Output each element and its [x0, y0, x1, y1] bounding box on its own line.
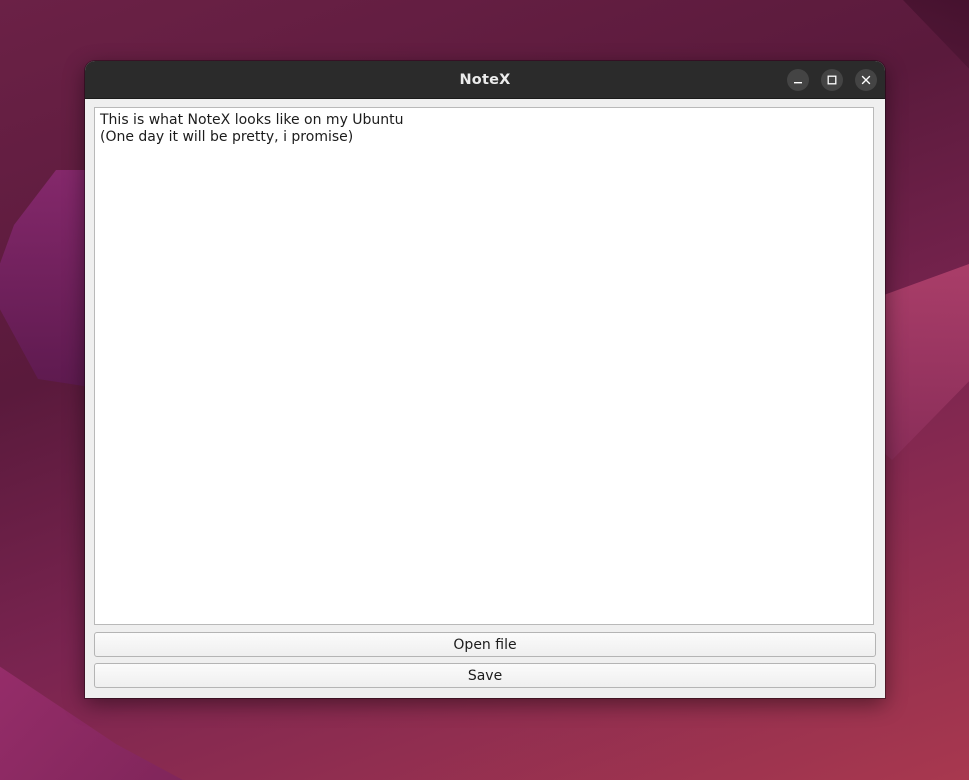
- maximize-icon: [827, 75, 837, 85]
- window-client-area: This is what NoteX looks like on my Ubun…: [85, 99, 885, 698]
- text-editor[interactable]: This is what NoteX looks like on my Ubun…: [94, 107, 874, 625]
- close-button[interactable]: [855, 69, 877, 91]
- close-icon: [861, 75, 871, 85]
- open-file-button[interactable]: Open file: [94, 632, 876, 657]
- window-title: NoteX: [459, 71, 511, 88]
- window-controls: [787, 69, 877, 91]
- notex-window: NoteX This is what NoteX looks like on m…: [85, 61, 885, 698]
- minimize-icon: [793, 75, 803, 85]
- maximize-button[interactable]: [821, 69, 843, 91]
- window-titlebar[interactable]: NoteX: [85, 61, 885, 99]
- minimize-button[interactable]: [787, 69, 809, 91]
- save-button[interactable]: Save: [94, 663, 876, 688]
